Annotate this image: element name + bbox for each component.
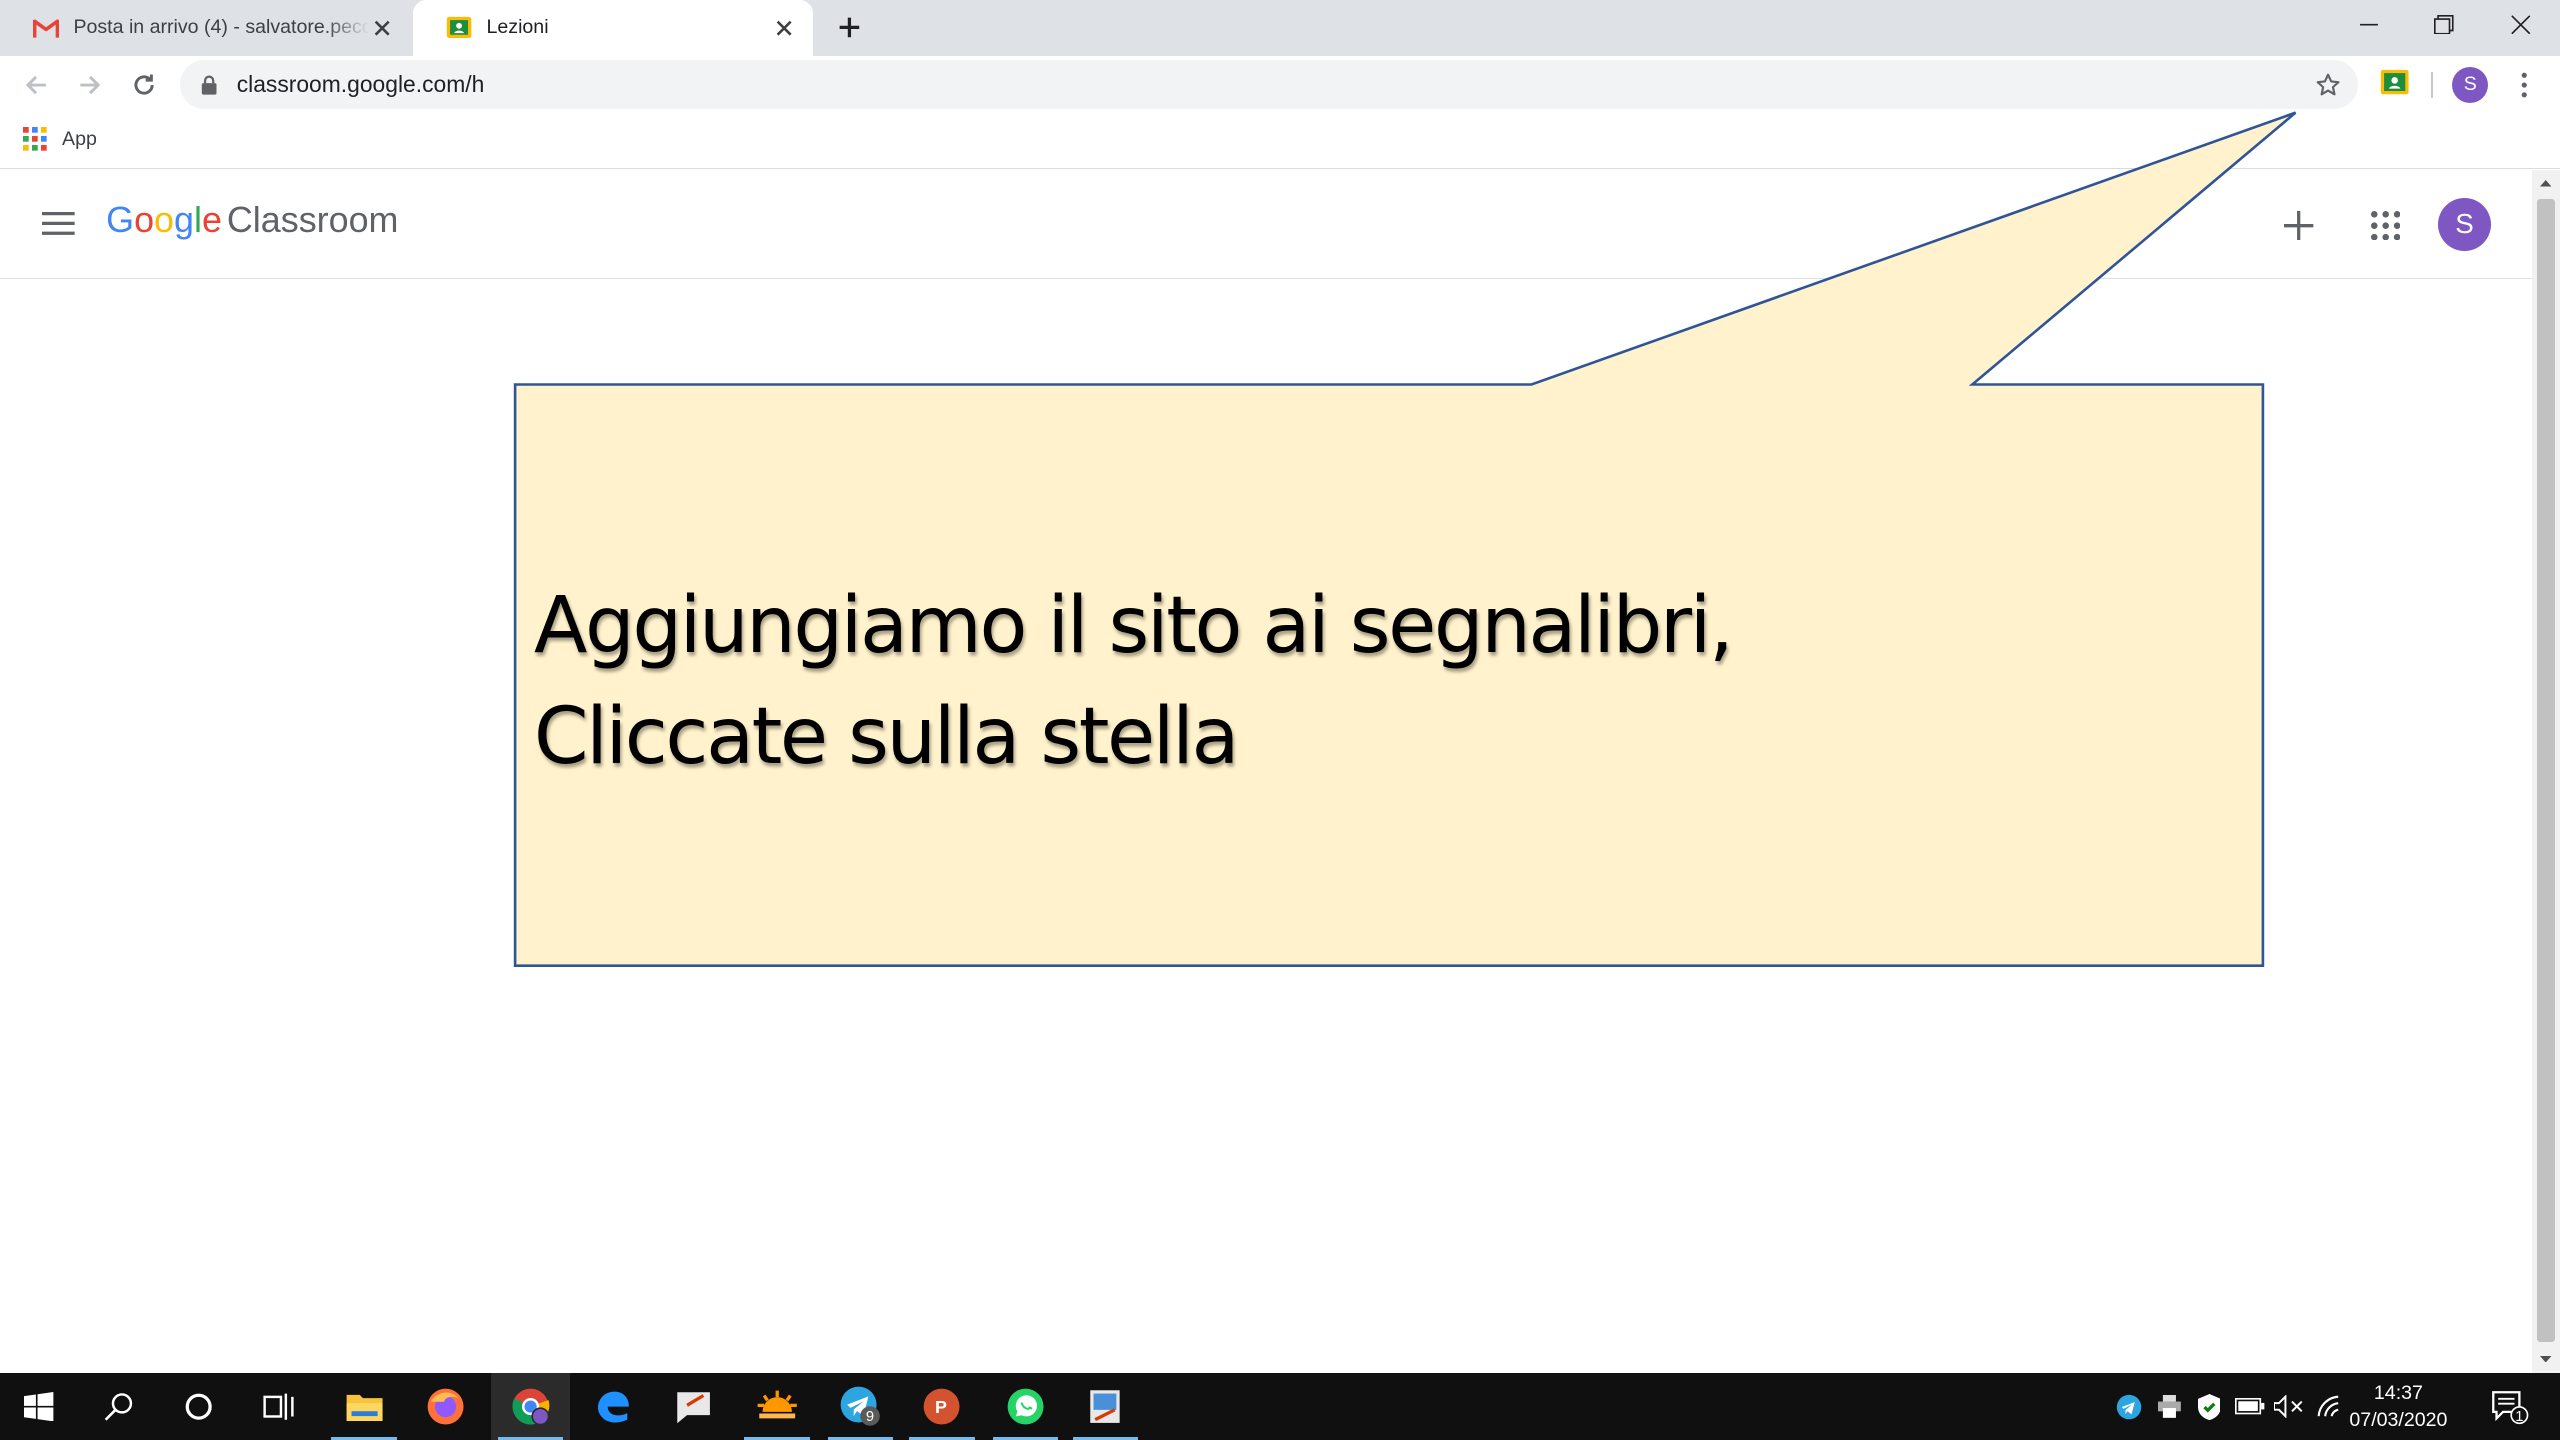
classroom-icon: [446, 16, 472, 39]
profile-avatar-button[interactable]: S: [2452, 66, 2489, 103]
system-clock[interactable]: 14:37 07/03/2020: [2345, 1380, 2453, 1436]
bookmark-star-icon[interactable]: [2312, 69, 2345, 102]
notification-center-icon[interactable]: 1: [2482, 1373, 2538, 1440]
telegram-icon[interactable]: 9: [821, 1373, 899, 1440]
new-tab-button[interactable]: [829, 8, 868, 47]
tab-strip: Posta in arrivo (4) - salvatore.pecoraro…: [0, 0, 2560, 56]
back-button[interactable]: [16, 65, 55, 104]
close-icon[interactable]: [369, 15, 395, 41]
forward-button[interactable]: [70, 65, 109, 104]
callout-line: Aggiungiamo il sito ai segnalibri,: [533, 579, 1734, 671]
battery-icon[interactable]: [2232, 1373, 2268, 1440]
logo-letter: l: [194, 199, 202, 241]
account-avatar[interactable]: S: [2437, 197, 2492, 252]
scroll-up-arrow-icon[interactable]: [2532, 170, 2560, 198]
logo-letter: o: [134, 199, 155, 241]
create-join-class-button[interactable]: [2278, 204, 2320, 246]
telegram-tray-icon[interactable]: [2113, 1373, 2146, 1440]
windows-taskbar: 9 P 14:37 07/03/2020 1: [0, 1373, 2560, 1440]
url-text: classroom.google.com/h: [236, 71, 485, 98]
close-window-button[interactable]: [2483, 0, 2558, 49]
clock-date: 07/03/2020: [2349, 1409, 2448, 1432]
file-explorer-icon[interactable]: [325, 1373, 403, 1440]
cortana-icon[interactable]: [160, 1373, 238, 1440]
classroom-header: Google Classroom S: [0, 170, 2533, 279]
bookmark-apps[interactable]: App: [22, 127, 97, 151]
callout-text: Aggiungiamo il sito ai segnalibri, Clicc…: [534, 570, 2232, 792]
google-classroom-logo[interactable]: Google Classroom: [106, 199, 398, 241]
wifi-icon[interactable]: [2312, 1373, 2348, 1440]
restore-button[interactable]: [2407, 0, 2482, 49]
firefox-icon[interactable]: [407, 1373, 485, 1440]
start-icon[interactable]: [0, 1373, 78, 1440]
close-icon[interactable]: [771, 15, 797, 41]
tab-title: Lezioni: [486, 16, 549, 39]
main-menu-icon[interactable]: [39, 204, 78, 243]
bookmarks-bar: App: [0, 114, 2560, 170]
telegram-badge: 9: [866, 1409, 874, 1425]
toolbar-divider: [2431, 71, 2433, 98]
address-bar[interactable]: classroom.google.com/h: [179, 60, 2358, 110]
volume-muted-icon[interactable]: [2271, 1373, 2307, 1440]
browser-toolbar: classroom.google.com/h S: [0, 55, 2560, 115]
more-menu-icon[interactable]: [2509, 69, 2538, 102]
callout-line: Cliccate sulla stella: [533, 690, 1240, 782]
tab-lezioni[interactable]: Lezioni: [413, 0, 814, 56]
printer-tray-icon[interactable]: [2154, 1373, 2187, 1440]
logo-letter: o: [154, 199, 175, 241]
page-scrollbar[interactable]: [2532, 169, 2560, 1374]
notification-count: 1: [2515, 1408, 2523, 1424]
scroll-down-arrow-icon[interactable]: [2532, 1345, 2560, 1373]
task-view-icon[interactable]: [240, 1373, 318, 1440]
edge-icon[interactable]: [573, 1373, 651, 1440]
svg-text:P: P: [936, 1397, 948, 1417]
sun-app-icon[interactable]: [738, 1373, 816, 1440]
whatsapp-icon[interactable]: [986, 1373, 1064, 1440]
powerpoint-icon[interactable]: P: [903, 1373, 981, 1440]
apps-grid-icon: [22, 127, 47, 151]
logo-letter: g: [174, 199, 195, 241]
search-icon[interactable]: [80, 1373, 158, 1440]
logo-letter: e: [202, 199, 222, 241]
clock-time: 14:37: [2373, 1381, 2423, 1404]
classroom-extension-icon[interactable]: [2380, 69, 2410, 98]
google-apps-icon[interactable]: [2364, 204, 2406, 246]
minimize-button[interactable]: [2331, 0, 2406, 49]
tab-title: Posta in arrivo (4) - salvatore.pecoraro: [73, 16, 369, 39]
security-shield-icon[interactable]: [2193, 1373, 2226, 1440]
logo-letter: G: [106, 199, 135, 241]
lock-icon[interactable]: [201, 73, 221, 96]
snipping-icon[interactable]: [1066, 1373, 1144, 1440]
bookmark-label: App: [62, 128, 97, 151]
chrome-icon[interactable]: [491, 1373, 570, 1440]
scrollbar-thumb[interactable]: [2537, 199, 2556, 1343]
tab-gmail[interactable]: Posta in arrivo (4) - salvatore.pecoraro: [0, 0, 411, 56]
product-name: Classroom: [226, 199, 399, 241]
reload-button[interactable]: [124, 65, 163, 104]
gmail-icon: [32, 18, 59, 38]
feedback-icon[interactable]: [655, 1373, 733, 1440]
